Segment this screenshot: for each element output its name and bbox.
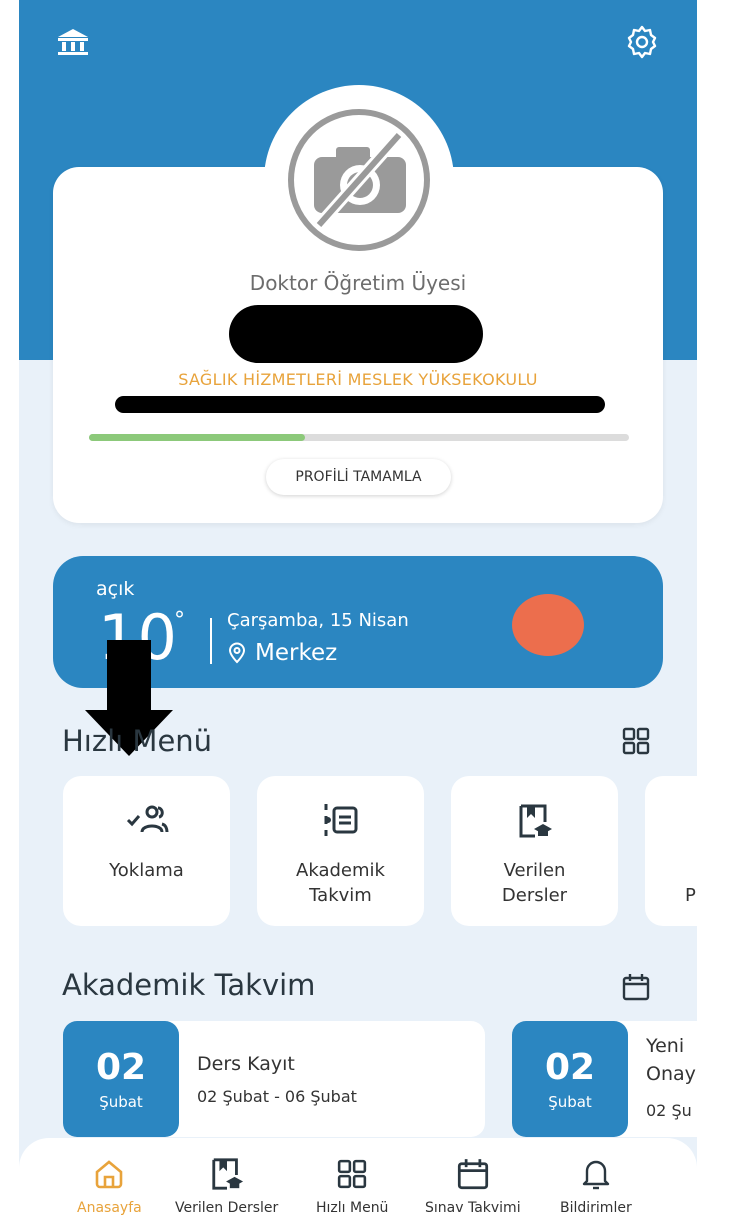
- nav-label: Sınav Takvimi: [425, 1200, 521, 1216]
- nav-label: Verilen Dersler: [175, 1200, 279, 1216]
- weather-divider: [210, 618, 212, 664]
- event-month: Şubat: [99, 1093, 143, 1111]
- weather-location: Merkez: [227, 640, 337, 666]
- complete-profile-button[interactable]: PROFİLİ TAMAMLA: [266, 459, 451, 495]
- nav-label: Hızlı Menü: [316, 1200, 389, 1216]
- event-day: 02: [544, 1047, 596, 1088]
- quick-item-partial[interactable]: P: [645, 776, 697, 926]
- quick-item-label: Yoklama: [109, 860, 184, 881]
- location-label: Merkez: [255, 640, 338, 666]
- university-icon[interactable]: [53, 22, 93, 62]
- quick-item-attendance[interactable]: Yoklama: [63, 776, 230, 926]
- quick-item-label: P: [685, 885, 696, 906]
- redacted-name: [229, 305, 483, 363]
- nav-given-courses[interactable]: Verilen Dersler: [175, 1138, 278, 1225]
- event-range: 02 Şubat - 06 Şubat: [197, 1087, 357, 1106]
- nav-notifications[interactable]: Bildirimler: [560, 1138, 632, 1225]
- profile-progress-fill: [89, 434, 305, 441]
- list-icon: [324, 804, 357, 836]
- quick-item-given-courses[interactable]: Verilen Dersler: [451, 776, 618, 926]
- bell-icon: [582, 1160, 610, 1190]
- calendar-event[interactable]: 02 Şubat Yeni Onay 02 Şu: [512, 1021, 697, 1137]
- event-title: Yeni: [646, 1035, 685, 1057]
- avatar[interactable]: [264, 85, 454, 275]
- grid-icon: [338, 1159, 367, 1189]
- nav-quick-menu[interactable]: Hızlı Menü: [316, 1138, 388, 1225]
- bottom-navigation: Anasayfa Verilen Dersler Hızlı Menü Sına…: [19, 1138, 697, 1225]
- home-icon: [96, 1160, 123, 1189]
- quick-menu-title: Hızlı Menü: [62, 724, 213, 758]
- location-pin-icon: [228, 642, 246, 664]
- academic-calendar-title: Akademik Takvim: [62, 968, 316, 1002]
- nav-exam-calendar[interactable]: Sınav Takvimi: [425, 1138, 521, 1225]
- event-title: Ders Kayıt: [197, 1053, 295, 1075]
- redacted-department: [115, 396, 605, 413]
- sun-icon: [512, 594, 584, 656]
- academic-title: Doktor Öğretim Üyesi: [249, 271, 467, 295]
- event-range: 02 Şu: [646, 1101, 692, 1120]
- weather-date: Çarşamba, 15 Nisan: [227, 610, 409, 631]
- book-graduation-icon: [212, 1158, 243, 1190]
- attendance-icon: [126, 805, 168, 833]
- nav-label: Bildirimler: [560, 1200, 632, 1216]
- calendar-event[interactable]: 02 Şubat Ders Kayıt 02 Şubat - 06 Şubat: [63, 1021, 485, 1137]
- event-day: 02: [95, 1047, 147, 1088]
- school-name: SAĞLIK HİZMETLERİ MESLEK YÜKSEKOKULU: [178, 370, 538, 389]
- quick-item-label: Akademik Takvim: [296, 860, 385, 906]
- gear-icon[interactable]: [622, 22, 662, 62]
- app-screen: Doktor Öğretim Üyesi SAĞLIK HİZMETLERİ M…: [19, 0, 697, 1225]
- event-title-line2: Onay: [646, 1063, 696, 1085]
- weather-condition: açık: [96, 578, 135, 600]
- book-graduation-icon: [519, 804, 552, 838]
- event-date-badge: 02 Şubat: [512, 1021, 628, 1137]
- profile-progress-bar: [89, 434, 629, 441]
- calendar-icon: [457, 1159, 488, 1190]
- event-date-badge: 02 Şubat: [63, 1021, 179, 1137]
- calendar-icon[interactable]: [621, 972, 651, 1002]
- quick-item-academic-calendar[interactable]: Akademik Takvim: [257, 776, 424, 926]
- no-camera-icon: [288, 109, 430, 251]
- grid-icon[interactable]: [621, 726, 651, 756]
- quick-item-label: Verilen Dersler: [501, 860, 568, 906]
- nav-label: Anasayfa: [77, 1200, 142, 1216]
- event-month: Şubat: [548, 1093, 592, 1111]
- degree-symbol: °: [174, 608, 185, 633]
- nav-home[interactable]: Anasayfa: [77, 1138, 142, 1225]
